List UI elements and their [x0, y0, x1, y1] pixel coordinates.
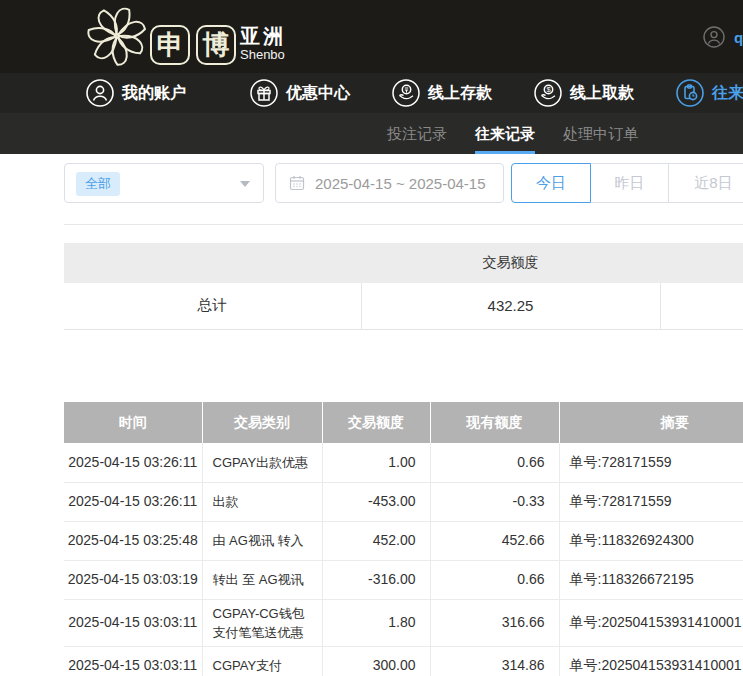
nav-promotions[interactable]: 优惠中心 — [250, 73, 350, 113]
summary-table: 交易额度 总计 432.25 — [64, 243, 743, 330]
cell-summary: 单号:118326924300 — [559, 521, 743, 560]
user-avatar-icon — [703, 26, 725, 48]
cell-balance: 314.86 — [430, 646, 559, 676]
account-area[interactable]: q — [703, 26, 743, 48]
type-select[interactable]: 全部 — [64, 163, 264, 203]
date-range-value: 2025-04-15 ~ 2025-04-15 — [315, 175, 486, 192]
brand-char-shen: 申 — [150, 25, 190, 65]
table-row: 2025-04-15 03:03:11 CGPAY支付 300.00 314.8… — [64, 646, 743, 676]
cell-time: 2025-04-15 03:03:19 — [64, 560, 202, 599]
tab-betting-records[interactable]: 投注记录 — [387, 113, 447, 154]
nav-label: 线上取款 — [570, 83, 634, 104]
table-row: 2025-04-15 03:03:19 转出 至 AG视讯 -316.00 0.… — [64, 560, 743, 599]
nav-transaction-records[interactable]: 往来记录 — [676, 73, 743, 113]
table-row: 2025-04-15 03:25:48 由 AG视讯 转入 452.00 452… — [64, 521, 743, 560]
calendar-icon — [289, 175, 305, 191]
cell-amount: -453.00 — [322, 482, 430, 521]
nav-online-deposit[interactable]: 线上存款 — [392, 73, 492, 113]
nav-label: 往来记录 — [712, 83, 743, 104]
cell-summary: 单号:728171559 — [559, 443, 743, 482]
col-time: 时间 — [64, 402, 202, 443]
cell-amount: 300.00 — [322, 646, 430, 676]
deposit-icon — [392, 79, 420, 107]
summary-header-empty2 — [660, 243, 743, 283]
cell-time: 2025-04-15 03:03:11 — [64, 599, 202, 646]
cell-balance: -0.33 — [430, 482, 559, 521]
cell-time: 2025-04-15 03:26:11 — [64, 482, 202, 521]
last-8-days-button[interactable]: 近8日 — [669, 163, 743, 203]
tab-transaction-records[interactable]: 往来记录 — [475, 113, 535, 154]
cell-summary: 单号:728171559 — [559, 482, 743, 521]
user-icon — [86, 79, 114, 107]
cell-time: 2025-04-15 03:25:48 — [64, 521, 202, 560]
nav-label: 线上存款 — [428, 83, 492, 104]
table-row: 2025-04-15 03:26:11 出款 -453.00 -0.33 单号:… — [64, 482, 743, 521]
summary-header-row: 交易额度 — [64, 243, 743, 283]
today-button[interactable]: 今日 — [511, 163, 591, 203]
summary-header-amount: 交易额度 — [361, 243, 660, 283]
tab-pending-orders[interactable]: 处理中订单 — [563, 113, 638, 154]
nav-label: 我的账户 — [122, 83, 186, 104]
summary-empty-cell — [660, 283, 743, 329]
summary-total-label: 总计 — [64, 283, 361, 329]
cell-time: 2025-04-15 03:26:11 — [64, 443, 202, 482]
cell-summary: 单号:118326672195 — [559, 560, 743, 599]
records-icon — [676, 79, 704, 107]
cell-amount: 1.80 — [322, 599, 430, 646]
nav-my-account[interactable]: 我的账户 — [86, 73, 186, 113]
records-header-row: 时间 交易类别 交易额度 现有额度 摘要 — [64, 402, 743, 443]
summary-total-value: 432.25 — [361, 283, 660, 329]
flower-logo-icon — [87, 6, 147, 66]
yesterday-button[interactable]: 昨日 — [591, 163, 669, 203]
cell-balance: 0.66 — [430, 443, 559, 482]
cell-balance: 452.66 — [430, 521, 559, 560]
cell-amount: 1.00 — [322, 443, 430, 482]
cell-type: CGPAY-CG钱包支付笔笔送优惠 — [202, 599, 322, 646]
sub-nav: 投注记录 往来记录 处理中订单 — [0, 113, 743, 154]
table-row: 2025-04-15 03:26:11 CGPAY出款优惠 1.00 0.66 … — [64, 443, 743, 482]
gift-icon — [250, 79, 278, 107]
withdraw-icon: $ — [534, 79, 562, 107]
page: 申 博 亚洲 Shenbo q — [0, 0, 743, 676]
cell-summary: 单号:202504153931410001 — [559, 599, 743, 646]
col-amount: 交易额度 — [322, 402, 430, 443]
cell-type: 出款 — [202, 482, 322, 521]
col-balance: 现有额度 — [430, 402, 559, 443]
cell-balance: 316.66 — [430, 599, 559, 646]
cell-type: 由 AG视讯 转入 — [202, 521, 322, 560]
chevron-down-icon — [240, 181, 250, 187]
summary-total-row: 总计 432.25 — [64, 283, 743, 329]
date-range-input[interactable]: 2025-04-15 ~ 2025-04-15 — [275, 163, 504, 203]
username[interactable]: q — [734, 29, 743, 46]
cell-summary: 单号:202504153931410001 — [559, 646, 743, 676]
records-table: 时间 交易类别 交易额度 现有额度 摘要 2025-04-15 03:26:11… — [64, 402, 743, 676]
table-row: 2025-04-15 03:03:11 CGPAY-CG钱包支付笔笔送优惠 1.… — [64, 599, 743, 646]
brand-region-block: 亚洲 Shenbo — [240, 25, 286, 63]
brand-char-bo: 博 — [196, 25, 236, 65]
cell-time: 2025-04-15 03:03:11 — [64, 646, 202, 676]
type-select-tag: 全部 — [76, 172, 120, 196]
quick-date-buttons: 今日 昨日 近8日 — [511, 163, 743, 203]
nav-online-withdraw[interactable]: $ 线上取款 — [534, 73, 634, 113]
main-nav: 我的账户 优惠中心 — [0, 73, 743, 113]
brand-subtitle: Shenbo — [240, 47, 286, 63]
cell-amount: 452.00 — [322, 521, 430, 560]
nav-label: 优惠中心 — [286, 83, 350, 104]
brand-region: 亚洲 — [240, 25, 286, 47]
top-header-bar: 申 博 亚洲 Shenbo q — [0, 0, 743, 73]
summary-header-empty — [64, 243, 361, 283]
cell-type: CGPAY支付 — [202, 646, 322, 676]
col-summary: 摘要 — [559, 402, 743, 443]
cell-amount: -316.00 — [322, 560, 430, 599]
cell-type: 转出 至 AG视讯 — [202, 560, 322, 599]
col-type: 交易类别 — [202, 402, 322, 443]
cell-type: CGPAY出款优惠 — [202, 443, 322, 482]
divider — [64, 224, 743, 225]
cell-balance: 0.66 — [430, 560, 559, 599]
